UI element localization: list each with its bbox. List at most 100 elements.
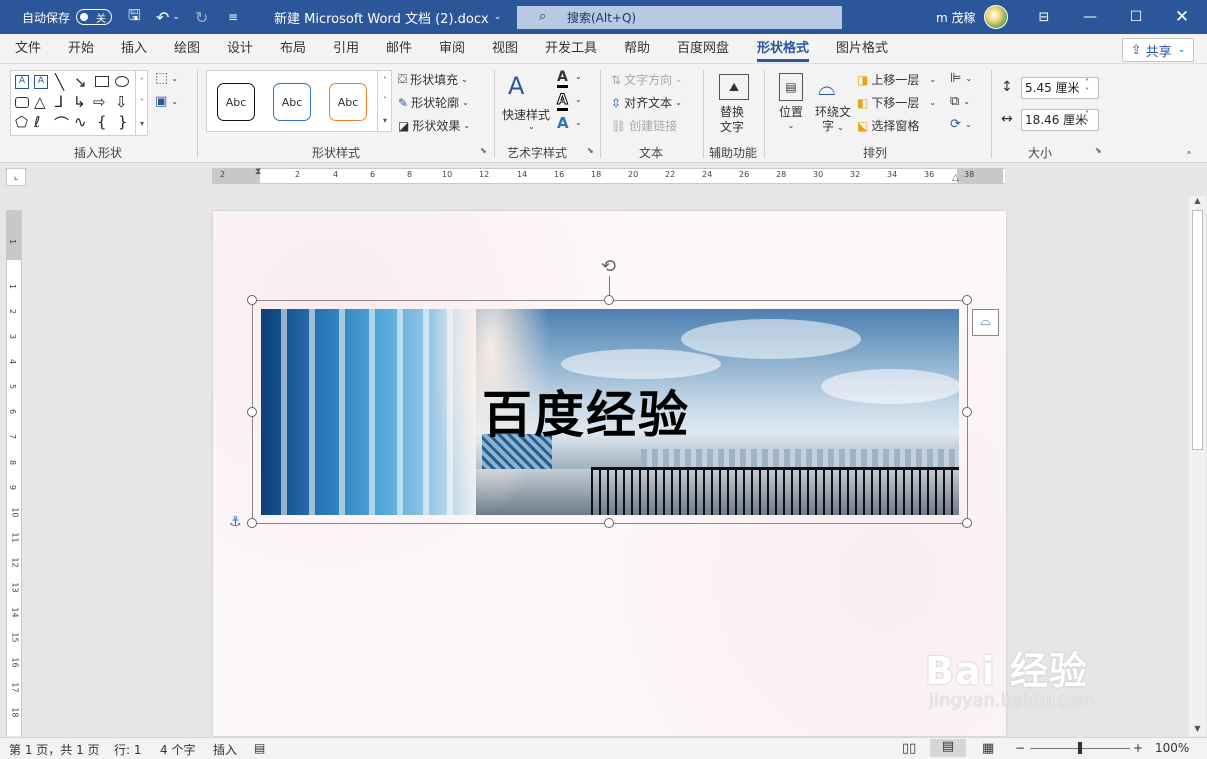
chevron-down-icon[interactable]: ⌄ xyxy=(575,118,582,127)
tab-baidu-netdisk[interactable]: 百度网盘 xyxy=(677,34,729,64)
shape-fill-button[interactable]: ⛋ 形状填充 ⌄ xyxy=(398,71,468,88)
search-box[interactable]: ⌕ 搜索(Alt+Q) xyxy=(517,6,842,29)
edit-shape-icon[interactable]: ⬚ ⌄ xyxy=(155,70,178,86)
dialog-launcher-icon[interactable]: ⬊ xyxy=(480,146,487,155)
tab-home[interactable]: 开始 xyxy=(68,34,94,64)
text-direction-button[interactable]: ⇅ 文字方向 ⌄ xyxy=(611,71,682,88)
right-arrow-shape-icon[interactable]: ⇨ xyxy=(93,93,106,111)
resize-handle-nw[interactable] xyxy=(247,295,257,305)
send-backward-button[interactable]: ◧ 下移一层 ⌄ xyxy=(857,94,936,111)
text-fill-icon[interactable]: A xyxy=(557,69,568,88)
alt-text-icon[interactable]: ⛰ xyxy=(719,74,749,100)
position-button[interactable]: 位置 ⌄ xyxy=(779,105,803,133)
shape-effects-button[interactable]: ◪ 形状效果 ⌄ xyxy=(398,117,470,134)
style-sample-2[interactable]: Abc xyxy=(273,83,311,121)
tab-draw[interactable]: 绘图 xyxy=(174,34,200,64)
line-number[interactable]: 行: 1 xyxy=(114,741,142,758)
tab-insert[interactable]: 插入 xyxy=(121,34,147,64)
triangle-shape-icon[interactable]: △ xyxy=(34,93,46,111)
oval-shape-icon[interactable] xyxy=(115,76,129,87)
zoom-in-icon[interactable]: + xyxy=(1133,741,1143,755)
resize-handle-w[interactable] xyxy=(247,407,257,417)
dialog-launcher-icon[interactable]: ⬊ xyxy=(1095,146,1102,155)
right-brace-shape-icon[interactable]: } xyxy=(118,113,128,131)
selection-pane-button[interactable]: ⬕ 选择窗格 xyxy=(857,117,919,134)
page-count[interactable]: 第 1 页，共 1 页 xyxy=(9,741,100,758)
quick-styles-button[interactable]: 快速样式 xyxy=(502,106,550,123)
shapes-gallery[interactable]: A A ╲ ↘ △ ᒧ ↳ ⇨ ⇩ ⬠ ℓ ⌒ ∿ { } ˄ ˅ ▾ xyxy=(10,70,148,136)
align-text-button[interactable]: ⇳ 对齐文本 ⌄ xyxy=(611,94,682,111)
tab-layout[interactable]: 布局 xyxy=(280,34,306,64)
vertical-scrollbar[interactable]: ▲ ▼ xyxy=(1189,196,1206,736)
height-spinner[interactable]: ˄ ˅ xyxy=(1085,78,1089,96)
tab-file[interactable]: 文件 xyxy=(15,34,41,64)
resize-handle-s[interactable] xyxy=(604,518,614,528)
share-button[interactable]: ⇪ 共享 ⌄ xyxy=(1122,38,1194,62)
web-layout-icon[interactable]: ▦ xyxy=(982,741,994,756)
close-button[interactable]: ✕ xyxy=(1159,0,1205,34)
shape-outline-button[interactable]: ✎ 形状轮廓 ⌄ xyxy=(398,94,469,111)
collapse-ribbon-icon[interactable]: ˄ xyxy=(1186,150,1192,164)
align-icon[interactable]: ⊫ ⌄ xyxy=(950,71,972,86)
rotate-handle-icon[interactable]: ⟲ xyxy=(601,256,616,277)
right-indent-marker[interactable]: △ xyxy=(952,173,959,183)
styles-gallery-scroll[interactable]: ˄ ˅ ▾ xyxy=(377,71,392,131)
tab-developer[interactable]: 开发工具 xyxy=(545,34,597,64)
vertical-ruler[interactable]: 1 1 2 3 4 5 6 7 8 9 10 11 12 13 14 15 16… xyxy=(6,210,22,736)
resize-handle-n[interactable] xyxy=(604,295,614,305)
word-count[interactable]: 4 个字 xyxy=(160,741,195,758)
bring-forward-button[interactable]: ◨ 上移一层 ⌄ xyxy=(857,71,936,88)
rounded-rectangle-shape-icon[interactable] xyxy=(15,97,29,108)
indent-marker[interactable]: ⧗ xyxy=(255,167,261,177)
print-layout-icon[interactable]: ▤ xyxy=(930,739,966,757)
chevron-down-icon[interactable]: ⌄ xyxy=(575,95,582,104)
document-title[interactable]: 新建 Microsoft Word 文档 (2).docx ⌄ xyxy=(274,0,501,34)
tab-picture-format[interactable]: 图片格式 xyxy=(836,34,888,64)
vertical-textbox-shape-icon[interactable]: A xyxy=(34,75,48,89)
down-arrow-shape-icon[interactable]: ⇩ xyxy=(115,93,128,111)
rotate-icon[interactable]: ⟳ ⌄ xyxy=(950,117,972,132)
chevron-down-icon[interactable]: ⌄ xyxy=(528,122,535,131)
wrap-text-button[interactable]: 环绕文字 ⌄ xyxy=(815,105,851,135)
style-sample-3[interactable]: Abc xyxy=(329,83,367,121)
redo-icon[interactable]: ↻ xyxy=(195,0,208,34)
read-mode-icon[interactable]: ▯▯ xyxy=(902,741,916,756)
scribble-shape-icon[interactable]: ℓ xyxy=(34,113,40,131)
macro-record-icon[interactable]: ▤ xyxy=(254,741,265,755)
save-icon[interactable]: 🖫 xyxy=(128,0,141,34)
zoom-slider-knob[interactable] xyxy=(1078,742,1082,754)
zoom-out-icon[interactable]: − xyxy=(1015,741,1025,755)
position-icon[interactable]: ▤ xyxy=(779,73,803,101)
style-sample-1[interactable]: Abc xyxy=(217,83,255,121)
autosave-toggle[interactable]: 关 xyxy=(76,9,113,25)
elbow-arrow-shape-icon[interactable]: ↳ xyxy=(73,93,86,111)
rectangle-shape-icon[interactable] xyxy=(95,76,109,87)
resize-handle-sw[interactable] xyxy=(247,518,257,528)
user-account[interactable]: m 茂稼 xyxy=(936,0,1008,34)
width-spinner[interactable]: ˄ ˅ xyxy=(1085,110,1089,128)
text-effects-icon[interactable]: A xyxy=(557,114,569,132)
autosave-control[interactable]: 自动保存 关 xyxy=(22,0,113,34)
chevron-down-icon[interactable]: ⌄ xyxy=(575,72,582,81)
textbox-shape-icon[interactable]: A xyxy=(15,75,29,89)
alt-text-button[interactable]: 替换 文字 xyxy=(720,105,744,135)
resize-handle-e[interactable] xyxy=(962,407,972,417)
resize-handle-ne[interactable] xyxy=(962,295,972,305)
arc-shape-icon[interactable]: ⌒ xyxy=(54,113,69,134)
quick-styles-icon[interactable]: A xyxy=(508,72,524,100)
tab-design[interactable]: 设计 xyxy=(227,34,253,64)
tab-selector[interactable]: ⌞ xyxy=(6,168,26,186)
tab-review[interactable]: 审阅 xyxy=(439,34,465,64)
customize-qat-icon[interactable]: ≡ xyxy=(228,0,238,34)
freeform-shape-icon[interactable]: ⬠ xyxy=(15,113,28,131)
text-outline-icon[interactable]: A xyxy=(557,92,568,111)
undo-icon[interactable]: ↶ ⌄ xyxy=(156,0,180,34)
group-icon[interactable]: ⧉ ⌄ xyxy=(950,94,970,109)
tab-view[interactable]: 视图 xyxy=(492,34,518,64)
insert-mode[interactable]: 插入 xyxy=(213,741,237,758)
scrollbar-thumb[interactable] xyxy=(1192,210,1203,450)
left-brace-shape-icon[interactable]: { xyxy=(97,113,107,131)
tab-references[interactable]: 引用 xyxy=(333,34,359,64)
resize-handle-se[interactable] xyxy=(962,518,972,528)
elbow-connector-shape-icon[interactable]: ᒧ xyxy=(54,93,63,111)
